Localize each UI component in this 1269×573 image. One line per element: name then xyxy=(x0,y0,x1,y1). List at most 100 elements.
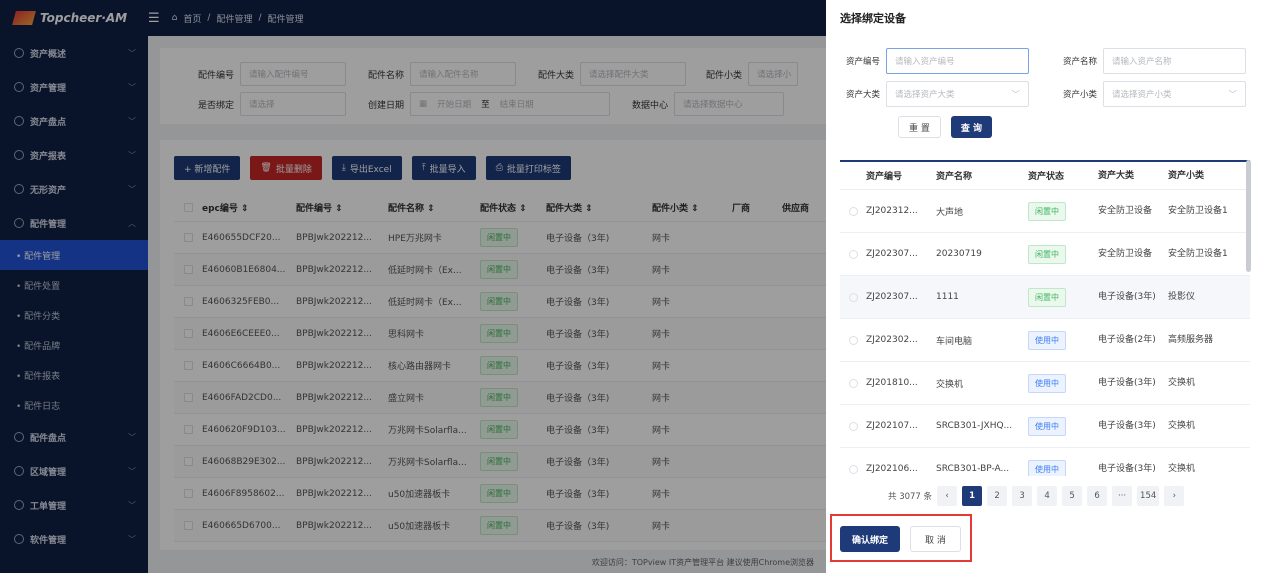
asset-name-input[interactable]: 请输入资产名称 xyxy=(1103,48,1246,74)
row-radio[interactable] xyxy=(848,206,858,216)
cell-asset-category: 电子设备(3年) xyxy=(1098,292,1156,302)
cell-select xyxy=(840,335,866,345)
col-asset-status: 资产状态 xyxy=(1028,172,1065,182)
pagination-total: 共 3077 条 xyxy=(888,492,933,502)
row-radio[interactable] xyxy=(848,335,858,345)
status-badge: 闲置中 xyxy=(1028,287,1066,307)
cell-asset-name: 车间电脑 xyxy=(936,336,973,347)
cell-asset-category: 安全防卫设备 xyxy=(1098,206,1153,216)
asset-name-label: 资产名称 xyxy=(1062,57,1097,67)
cell-asset-status: 闲置中 xyxy=(1028,201,1098,221)
device-table-body: ZJ202312... 大声地 闲置中 安全防卫设备 安全防卫设备1 ZJ202307..… xyxy=(840,190,1250,476)
cell-asset-name: 20230719 xyxy=(936,249,982,259)
cell-asset-subcategory: 交换机 xyxy=(1168,421,1196,431)
status-badge: 使用中 xyxy=(1028,416,1066,436)
device-row[interactable]: ZJ202312... 大声地 闲置中 安全防卫设备 安全防卫设备1 xyxy=(840,190,1250,233)
status-badge: 使用中 xyxy=(1028,330,1066,350)
cell-asset-no: ZJ202106... xyxy=(866,464,918,474)
row-radio[interactable] xyxy=(848,249,858,259)
cell-asset-no: ZJ202312... xyxy=(866,206,918,216)
row-radio[interactable] xyxy=(848,421,858,431)
asset-no-input[interactable]: 请输入资产编号 xyxy=(886,48,1029,74)
cell-asset-no: ZJ202307... xyxy=(866,292,918,302)
chevron-down-icon: ﹀ xyxy=(1228,90,1237,100)
row-radio[interactable] xyxy=(848,378,858,388)
cell-asset-no: ZJ201810... xyxy=(866,378,918,388)
col-asset-no: 资产编号 xyxy=(866,172,903,182)
asset-no-placeholder: 请输入资产编号 xyxy=(895,57,955,67)
device-table-scrollbar[interactable] xyxy=(1246,160,1251,272)
cell-select xyxy=(840,292,866,302)
modal-backdrop[interactable] xyxy=(0,0,826,573)
pagination-page[interactable]: 4 xyxy=(1037,486,1058,506)
drawer-actions: 确认绑定 取 消 xyxy=(840,526,961,552)
device-row[interactable]: ZJ202302... 车间电脑 使用中 电子设备(2年) 高频服务器 xyxy=(840,319,1250,362)
pagination: 共 3077 条 ‹ 1 2 3 4 5 6 ··· 154 › xyxy=(888,486,1185,506)
asset-subcategory-placeholder: 请选择资产小类 xyxy=(1112,90,1172,100)
query-button[interactable]: 查 询 xyxy=(950,116,993,138)
pagination-page[interactable]: 6 xyxy=(1087,486,1108,506)
pagination-more[interactable]: ··· xyxy=(1112,486,1133,506)
cell-select xyxy=(840,464,866,474)
cell-asset-subcategory: 交换机 xyxy=(1168,378,1196,388)
pagination-page[interactable]: 5 xyxy=(1062,486,1083,506)
pagination-next[interactable]: › xyxy=(1164,486,1185,506)
cell-asset-category: 电子设备(3年) xyxy=(1098,421,1156,431)
device-table-header: 资产编号 资产名称 资产状态 资产大类 资产小类 xyxy=(840,162,1250,190)
cell-asset-category: 电子设备(3年) xyxy=(1098,378,1156,388)
cell-asset-status: 闲置中 xyxy=(1028,244,1098,264)
col-asset-subcategory: 资产小类 xyxy=(1168,170,1205,181)
cell-asset-name: 交换机 xyxy=(936,379,964,390)
cell-asset-subcategory: 高频服务器 xyxy=(1168,335,1214,345)
status-badge: 闲置中 xyxy=(1028,244,1066,264)
pagination-page[interactable]: 3 xyxy=(1012,486,1033,506)
cell-asset-subcategory: 投影仪 xyxy=(1168,292,1196,302)
cell-asset-name: 大声地 xyxy=(936,207,964,218)
drawer-title: 选择绑定设备 xyxy=(840,12,906,25)
asset-category-placeholder: 请选择资产大类 xyxy=(895,90,955,100)
asset-subcategory-label: 资产小类 xyxy=(1062,90,1097,100)
confirm-bind-button[interactable]: 确认绑定 xyxy=(840,526,901,552)
device-row[interactable]: ZJ202307... 1111 闲置中 电子设备(3年) 投影仪 xyxy=(840,276,1250,319)
cell-select xyxy=(840,378,866,388)
status-badge: 使用中 xyxy=(1028,373,1066,393)
pagination-page[interactable]: 2 xyxy=(987,486,1008,506)
cell-asset-category: 电子设备(3年) xyxy=(1098,464,1156,474)
cancel-button[interactable]: 取 消 xyxy=(910,526,961,552)
cell-asset-no: ZJ202107... xyxy=(866,421,918,431)
asset-category-label: 资产大类 xyxy=(845,90,880,100)
cell-asset-subcategory: 安全防卫设备1 xyxy=(1168,249,1228,259)
row-radio[interactable] xyxy=(848,464,858,474)
cell-asset-subcategory: 交换机 xyxy=(1168,464,1196,474)
asset-name-placeholder: 请输入资产名称 xyxy=(1112,57,1172,67)
device-table: 资产编号 资产名称 资产状态 资产大类 资产小类 ZJ202312... 大声地闲… xyxy=(840,160,1250,476)
cell-asset-status: 使用中 xyxy=(1028,459,1098,476)
device-row[interactable]: ZJ201810... 交换机 使用中 电子设备(3年) 交换机 xyxy=(840,362,1250,405)
cell-asset-category: 电子设备(2年) xyxy=(1098,335,1156,345)
status-badge: 使用中 xyxy=(1028,459,1066,476)
cell-asset-no: ZJ202302... xyxy=(866,335,918,345)
status-badge: 闲置中 xyxy=(1028,201,1066,221)
cell-asset-no: ZJ202307... xyxy=(866,249,918,259)
chevron-down-icon: ﹀ xyxy=(1011,90,1020,100)
pagination-page[interactable]: 154 xyxy=(1137,486,1160,506)
asset-category-select[interactable]: 请选择资产大类 ﹀ xyxy=(886,81,1029,107)
cell-asset-status: 闲置中 xyxy=(1028,287,1098,307)
pagination-page[interactable]: 1 xyxy=(962,486,983,506)
cell-select xyxy=(840,249,866,259)
asset-no-label: 资产编号 xyxy=(845,57,880,67)
reset-button[interactable]: 重 置 xyxy=(898,116,941,138)
device-row[interactable]: ZJ202107... SRCB301-JXHQ... 使用中 电子设备(3年) 交换机 xyxy=(840,405,1250,448)
cell-asset-subcategory: 安全防卫设备1 xyxy=(1168,206,1228,216)
cell-asset-status: 使用中 xyxy=(1028,373,1098,393)
cell-asset-name: 1111 xyxy=(936,292,959,302)
device-row[interactable]: ZJ202307... 20230719 闲置中 安全防卫设备 安全防卫设备1 xyxy=(840,233,1250,276)
cell-select xyxy=(840,421,866,431)
pagination-prev[interactable]: ‹ xyxy=(937,486,958,506)
cell-asset-name: SRCB301-BP-A... xyxy=(936,464,1010,474)
device-row[interactable]: ZJ202106... SRCB301-BP-A... 使用中 电子设备(3年) 交换机 xyxy=(840,448,1250,476)
col-asset-category: 资产大类 xyxy=(1098,170,1135,181)
row-radio[interactable] xyxy=(848,292,858,302)
cell-asset-status: 使用中 xyxy=(1028,330,1098,350)
asset-subcategory-select[interactable]: 请选择资产小类 ﹀ xyxy=(1103,81,1246,107)
